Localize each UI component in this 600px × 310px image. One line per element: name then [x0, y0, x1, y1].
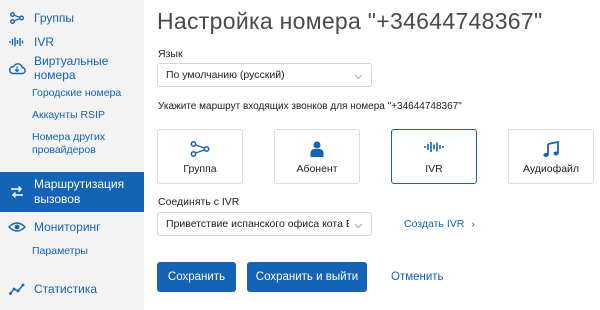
- sidebar-subitem-city-numbers[interactable]: Городские номера: [32, 87, 140, 100]
- chevron-right-icon: ›: [471, 218, 475, 230]
- save-button[interactable]: Сохранить: [157, 262, 236, 292]
- sidebar-item-ivr[interactable]: IVR: [0, 34, 144, 50]
- sidebar-item-label: IVR: [34, 35, 55, 49]
- language-select[interactable]: По умолчанию (русский): [157, 63, 372, 87]
- sidebar-subitem-rsip-accounts[interactable]: Аккаунты RSIP: [32, 109, 140, 122]
- sidebar-item-label: Виртуальные номера: [34, 54, 109, 82]
- sidebar-item-label: Статистика: [34, 282, 98, 296]
- person-icon: [275, 141, 359, 157]
- route-hint: Укажите маршрут входящих звонков для ном…: [158, 101, 462, 112]
- music-icon: [509, 141, 593, 158]
- sidebar-subitem-other-providers[interactable]: Номера других провайдеров: [32, 131, 124, 157]
- create-ivr-link[interactable]: Создать IVR ›: [404, 218, 475, 230]
- chevron-down-icon: [354, 71, 363, 83]
- route-option-label: Аудиофайл: [522, 163, 580, 175]
- eye-icon: [8, 220, 26, 234]
- route-option-label: Группа: [183, 163, 217, 175]
- share-icon: [8, 11, 26, 25]
- waveform-icon: [8, 35, 26, 49]
- waveform-icon: [392, 141, 476, 153]
- chevron-down-icon: [354, 220, 363, 232]
- create-ivr-label: Создать IVR: [404, 218, 465, 230]
- ivr-select[interactable]: Приветствие испанского офиса кота Бублик…: [157, 212, 372, 236]
- route-option-label: IVR: [425, 163, 443, 175]
- sidebar-item-groups[interactable]: Группы: [0, 10, 144, 26]
- ivr-select-value: Приветствие испанского офиса кота Бублик…: [166, 218, 349, 230]
- sidebar-item-virtual-numbers[interactable]: Виртуальные номера: [0, 54, 144, 82]
- page-title: Настройка номера "+34644748367": [157, 8, 543, 34]
- sidebar-item-call-routing[interactable]: Маршрутизация вызовов: [0, 172, 144, 212]
- sidebar-subitem-parameters[interactable]: Параметры: [32, 245, 140, 258]
- sidebar-item-label: Мониторинг: [34, 220, 101, 234]
- language-select-value: По умолчанию (русский): [166, 69, 285, 81]
- route-option-ivr[interactable]: IVR: [391, 129, 477, 184]
- routing-icon: [8, 184, 26, 200]
- route-option-label: Абонент: [296, 163, 338, 175]
- cancel-button[interactable]: Отменить: [391, 262, 444, 292]
- sidebar-item-label: Группы: [34, 11, 74, 25]
- chart-icon: [8, 282, 26, 296]
- save-and-exit-button[interactable]: Сохранить и выйти: [247, 262, 367, 292]
- route-option-group[interactable]: Группа: [157, 129, 243, 184]
- share-icon: [158, 141, 242, 157]
- sidebar-item-monitoring[interactable]: Мониторинг: [0, 219, 144, 235]
- language-label: Язык: [158, 48, 183, 60]
- sidebar: Группы IVR Виртуальные номера Городские …: [0, 0, 144, 310]
- sidebar-item-statistics[interactable]: Статистика: [0, 281, 144, 297]
- route-option-audiofile[interactable]: Аудиофайл: [508, 129, 594, 184]
- sidebar-item-label: Маршрутизация вызовов: [34, 177, 125, 206]
- connect-ivr-label: Соединять с IVR: [158, 196, 240, 208]
- route-option-subscriber[interactable]: Абонент: [274, 129, 360, 184]
- cloud-icon: [8, 61, 26, 75]
